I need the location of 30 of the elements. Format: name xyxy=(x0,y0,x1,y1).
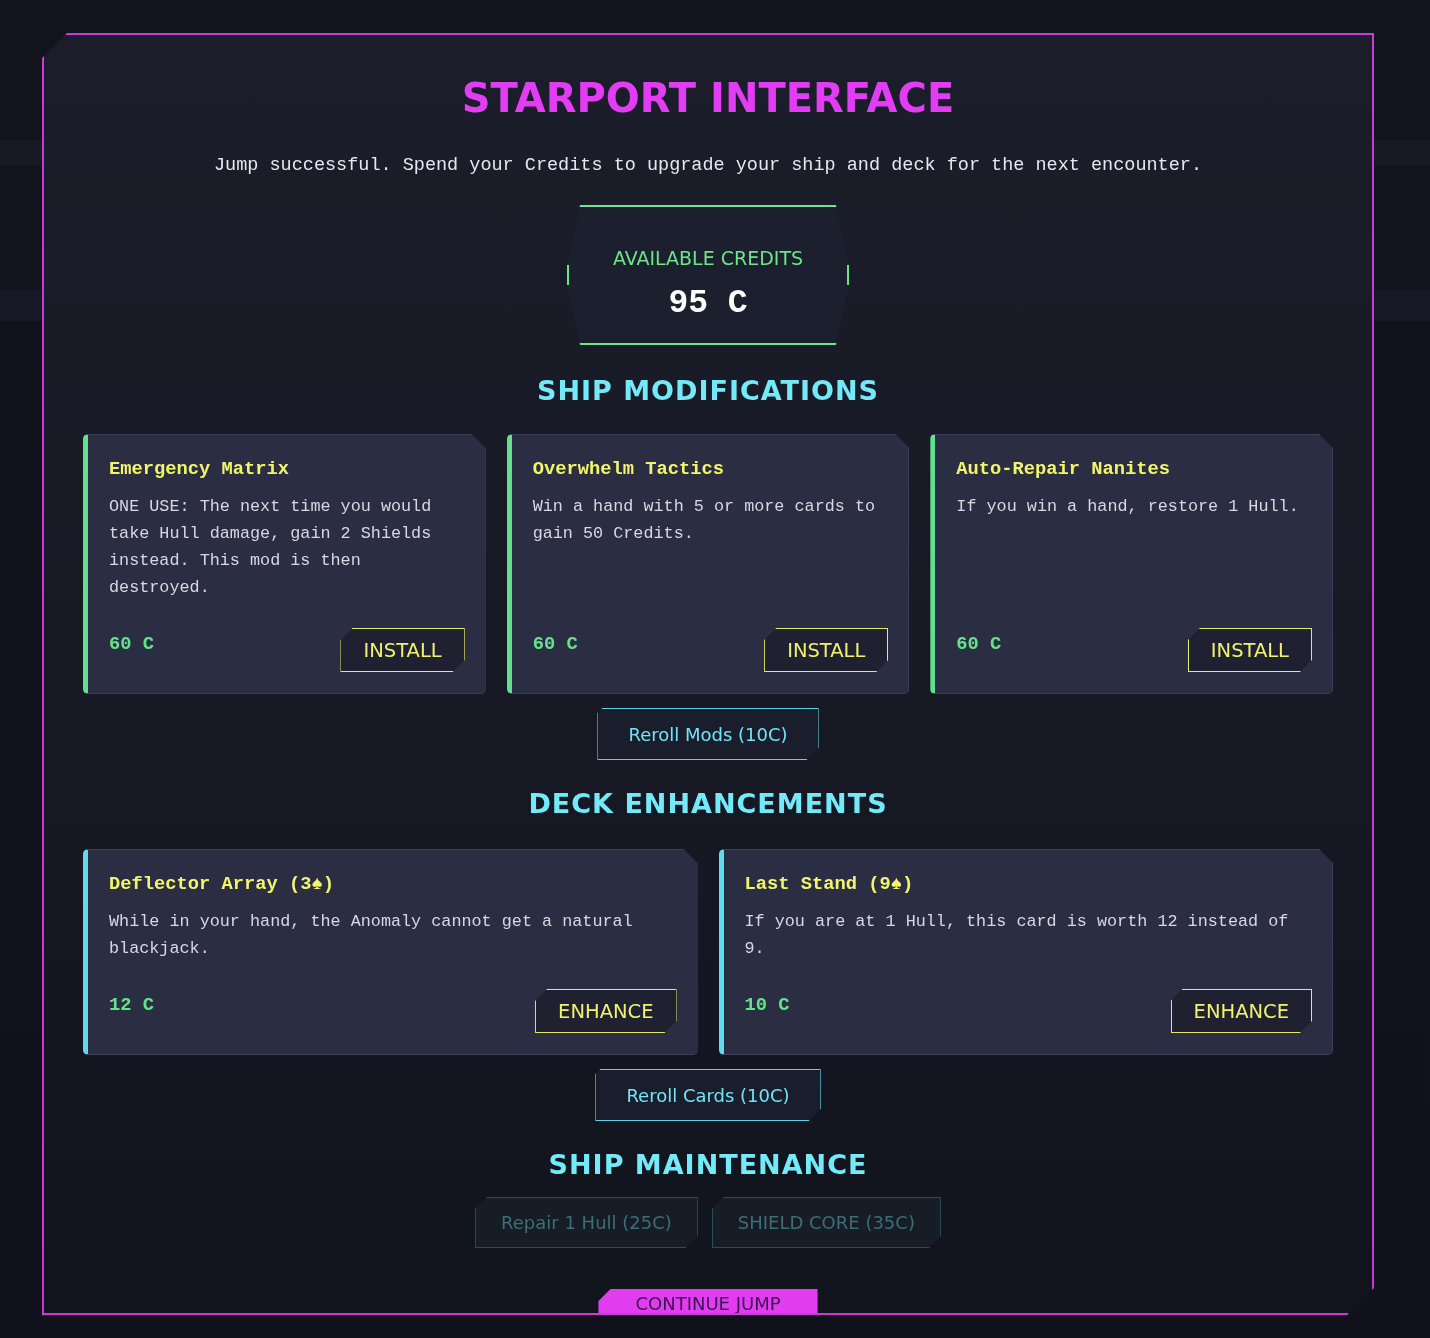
price-text: 10 C xyxy=(744,994,790,1016)
page-title: STARPORT INTERFACE xyxy=(461,74,955,122)
section-heading: SHIP MODIFICATIONS xyxy=(536,374,880,408)
section-heading: SHIP MAINTENANCE xyxy=(548,1148,868,1182)
reroll-button[interactable]: Reroll Mods (10C) xyxy=(597,708,819,760)
purchase-button[interactable]: INSTALL xyxy=(1187,628,1312,672)
card-title: Auto-Repair Nanites xyxy=(956,457,1172,481)
card-description: Win a hand with 5 or more cards to gain 50 Credits. xyxy=(532,496,877,545)
card-title: Overwhelm Tactics xyxy=(532,457,725,481)
reroll-button[interactable]: Reroll Cards (10C) xyxy=(595,1069,821,1121)
section-heading: DECK ENHANCEMENTS xyxy=(528,787,888,821)
price-text: 60 C xyxy=(109,633,154,655)
card-title: Deflector Array (3♠) xyxy=(109,872,336,896)
purchase-button[interactable]: INSTALL xyxy=(764,628,889,672)
card-description: ONE USE: The next time you would take Hull damage, gain 2 Shields instead. This mod is then destroyed. xyxy=(109,496,433,599)
price-text: 60 C xyxy=(956,633,1002,655)
credits-label: AVAILABLE CREDITS xyxy=(612,247,804,269)
purchase-button[interactable]: ENHANCE xyxy=(535,989,677,1033)
subtitle-text: Jump successful. Spend your Credits to upgrade your ship and deck for the next encounter. xyxy=(213,154,1203,178)
credits-value: 95 C xyxy=(668,285,748,323)
price-text: 12 C xyxy=(109,994,154,1016)
card-description: If you win a hand, restore 1 Hull. xyxy=(956,496,1299,518)
continue-button[interactable]: CONTINUE JUMP xyxy=(598,1289,818,1313)
purchase-button[interactable]: INSTALL xyxy=(340,628,465,672)
purchase-button[interactable]: ENHANCE xyxy=(1170,989,1312,1033)
card-title: Last Stand (9♠) xyxy=(744,872,915,896)
card-description: While in your hand, the Anomaly cannot get a natural blackjack. xyxy=(109,911,634,960)
card-description: If you are at 1 Hull, this card is worth 12 instead of 9. xyxy=(744,911,1290,960)
price-text: 60 C xyxy=(532,633,578,655)
card-title: Emergency Matrix xyxy=(109,457,291,481)
